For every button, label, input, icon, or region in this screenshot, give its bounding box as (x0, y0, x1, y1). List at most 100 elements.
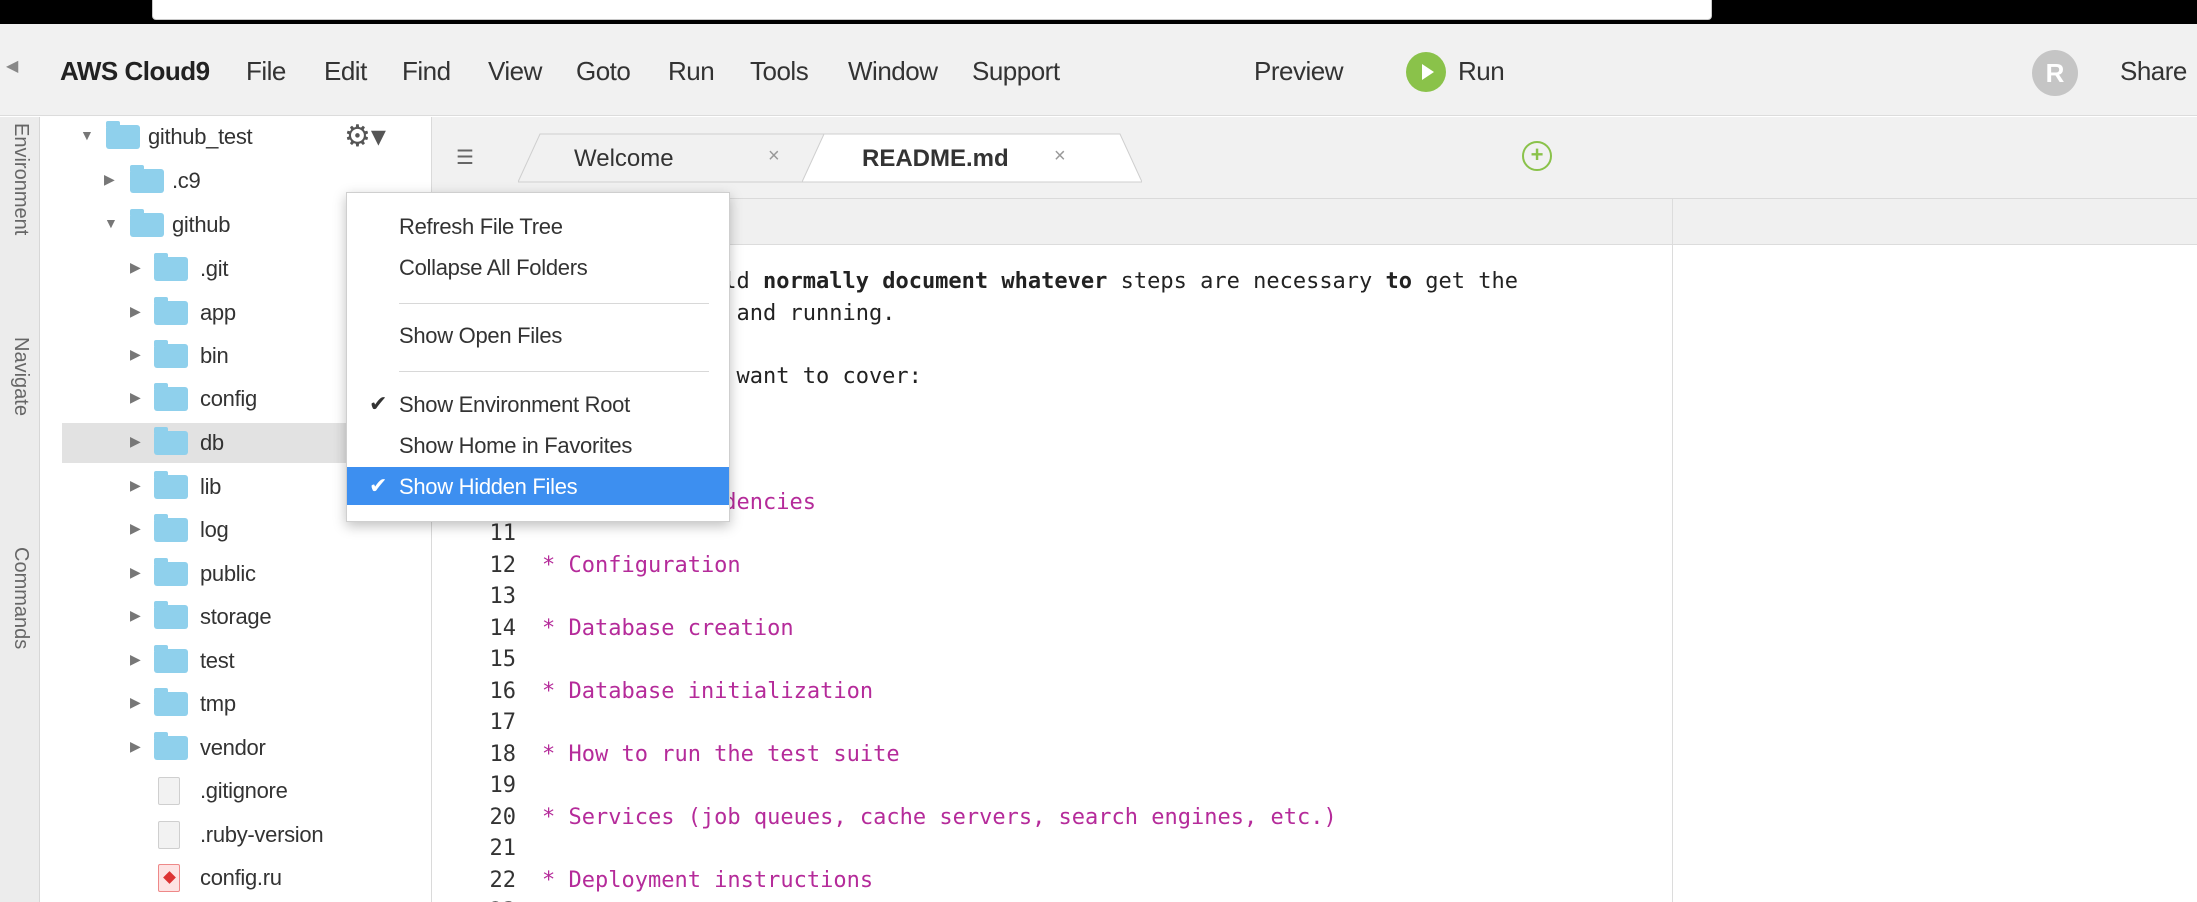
folder-icon (130, 165, 164, 193)
tree-row[interactable]: ▶ vendor (40, 728, 432, 768)
collapsed-arrow-icon[interactable]: ▶ (130, 651, 141, 668)
menu-item-refresh-file-tree[interactable]: Refresh File Tree (347, 207, 729, 245)
collapsed-arrow-icon[interactable]: ▶ (130, 259, 141, 276)
collapse-arrow-icon[interactable]: ◀ (6, 56, 18, 76)
menu-divider (399, 303, 709, 304)
menu-file[interactable]: File (246, 56, 286, 87)
menu-window[interactable]: Window (848, 56, 938, 87)
tab-list-icon[interactable]: ☰ (456, 145, 474, 170)
tree-label: .c9 (172, 168, 201, 193)
close-icon[interactable]: × (1054, 145, 1066, 168)
menu-item-show-open-files[interactable]: Show Open Files (347, 316, 729, 354)
avatar[interactable]: R (2032, 50, 2078, 96)
tab-readme[interactable]: README.md × (802, 133, 1142, 183)
line-number: 13 (489, 584, 517, 609)
tree-label: log (200, 517, 229, 542)
run-icon[interactable] (1406, 52, 1446, 92)
tree-label: github_test (148, 124, 253, 149)
ruby-file-icon (158, 864, 180, 892)
side-rail: Environment Navigate Commands (0, 117, 40, 902)
tree-label: .git (200, 256, 229, 281)
tree-label: github (172, 212, 231, 237)
rail-tab-commands[interactable]: Commands (9, 547, 32, 649)
tree-row[interactable]: ▶ public (40, 554, 432, 594)
menu-item-collapse-all-folders[interactable]: Collapse All Folders (347, 248, 729, 286)
menu-item-label: Show Open Files (399, 323, 563, 348)
run-button[interactable]: Run (1458, 56, 1505, 87)
menu-item-show-home-in-favorites[interactable]: Show Home in Favorites (347, 426, 729, 464)
collapsed-arrow-icon[interactable]: ▶ (130, 433, 141, 450)
menu-find[interactable]: Find (402, 56, 451, 87)
collapsed-arrow-icon[interactable]: ▶ (130, 303, 141, 320)
code-line: * Deployment instructions (542, 867, 874, 893)
collapsed-arrow-icon[interactable]: ▶ (130, 607, 141, 624)
menu-support[interactable]: Support (972, 56, 1060, 87)
add-tab-icon[interactable]: + (1522, 141, 1552, 171)
tree-label: .ruby-version (200, 822, 324, 847)
tree-label: config.ru (200, 865, 282, 890)
tree-label: vendor (200, 735, 266, 760)
collapsed-arrow-icon[interactable]: ▶ (130, 564, 141, 581)
folder-icon (154, 297, 188, 325)
tree-row[interactable]: config.ru (40, 858, 432, 898)
tree-label: lib (200, 474, 222, 499)
menu-item-label: Show Hidden Files (399, 474, 578, 499)
code-line: y want to cover: (710, 363, 922, 389)
menu-item-label: Show Environment Root (399, 392, 630, 417)
line-number: 16 (489, 678, 517, 704)
rail-tab-navigate[interactable]: Navigate (9, 337, 32, 416)
folder-icon (130, 209, 164, 237)
browser-url-bar[interactable] (152, 0, 1712, 20)
editor-tabs-bar: ☰ Welcome × README.md × + (432, 117, 2197, 199)
gear-icon[interactable]: ⚙▾ (344, 119, 386, 154)
collapsed-arrow-icon[interactable]: ▶ (130, 346, 141, 363)
menu-item-show-environment-root[interactable]: ✔ Show Environment Root (347, 385, 729, 423)
menu-item-label: Show Home in Favorites (399, 433, 633, 458)
menu-edit[interactable]: Edit (324, 56, 367, 87)
folder-icon (154, 688, 188, 716)
menu-view[interactable]: View (488, 56, 542, 87)
line-number: 18 (489, 741, 517, 767)
preview-button[interactable]: Preview (1254, 56, 1343, 87)
file-icon (158, 821, 180, 849)
menu-run[interactable]: Run (668, 56, 715, 87)
menu-item-label: Refresh File Tree (399, 214, 563, 239)
collapsed-arrow-icon[interactable]: ▶ (130, 389, 141, 406)
menu-tools[interactable]: Tools (750, 56, 809, 87)
expanded-arrow-icon[interactable]: ▼ (104, 215, 118, 231)
tree-row[interactable]: ▶ tmp (40, 684, 432, 724)
right-pane (1672, 199, 2197, 902)
tree-label: test (200, 648, 235, 673)
menu-bar: ◀ AWS Cloud9 File Edit Find View Goto Ru… (0, 24, 2197, 116)
tree-row[interactable]: ▶ test (40, 641, 432, 681)
tree-label: storage (200, 604, 272, 629)
close-icon[interactable]: × (768, 145, 780, 168)
share-button[interactable]: Share (2120, 56, 2187, 87)
rail-tab-environment[interactable]: Environment (9, 123, 32, 235)
right-pane-header (1673, 199, 2197, 245)
expanded-arrow-icon[interactable]: ▼ (80, 127, 94, 143)
tree-label: config (200, 386, 257, 411)
line-number: 22 (489, 867, 517, 893)
tree-root-row[interactable]: ▼ github_test ⚙▾ (40, 117, 432, 157)
collapsed-arrow-icon[interactable]: ▶ (104, 171, 115, 188)
collapsed-arrow-icon[interactable]: ▶ (130, 694, 141, 711)
menu-divider (399, 371, 709, 372)
collapsed-arrow-icon[interactable]: ▶ (130, 477, 141, 494)
browser-top-strip (0, 0, 2197, 24)
tree-row[interactable]: ▶ storage (40, 597, 432, 637)
menu-brand[interactable]: AWS Cloud9 (60, 56, 210, 87)
collapsed-arrow-icon[interactable]: ▶ (130, 520, 141, 537)
checkmark-icon: ✔ (369, 473, 388, 498)
tree-row[interactable]: .ruby-version (40, 815, 432, 855)
code-line: * Database initialization (542, 678, 874, 704)
menu-item-show-hidden-files[interactable]: ✔ Show Hidden Files (347, 467, 729, 505)
file-tree-settings-menu: Refresh File Tree Collapse All Folders S… (346, 192, 730, 522)
tree-label: public (200, 561, 256, 586)
menu-goto[interactable]: Goto (576, 56, 631, 87)
code-line: * How to run the test suite (542, 741, 900, 767)
collapsed-arrow-icon[interactable]: ▶ (130, 738, 141, 755)
tree-row[interactable]: .gitignore (40, 771, 432, 811)
tree-label: app (200, 300, 236, 325)
tab-label: Welcome (574, 145, 674, 172)
